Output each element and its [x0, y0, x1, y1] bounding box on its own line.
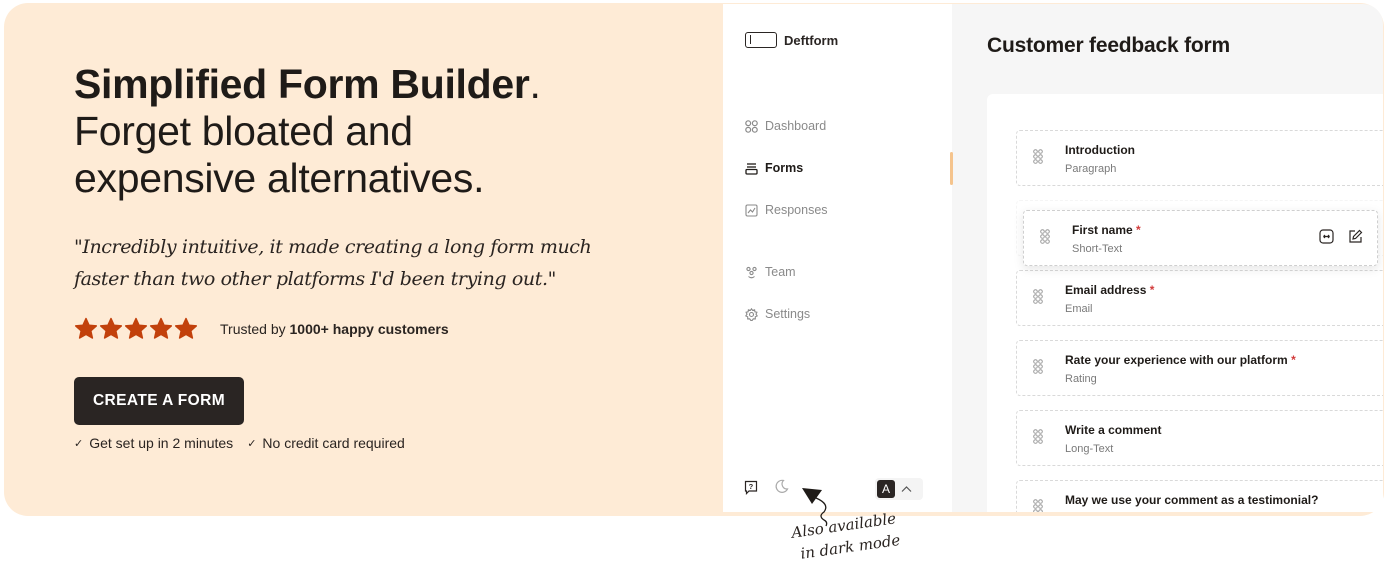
field-type: Long-Text: [1065, 443, 1114, 455]
sidebar-item-settings[interactable]: Settings: [744, 307, 810, 321]
hero-headline: Simplified Form Builder. Forget bloated …: [74, 61, 541, 202]
sidebar-item-dashboard[interactable]: Dashboard: [744, 119, 826, 133]
field-label: Write a comment: [1065, 423, 1161, 437]
field-label-text: Write a comment: [1065, 423, 1162, 437]
field-type: Email: [1065, 303, 1093, 315]
perk-label: No credit card required: [262, 435, 405, 451]
headline-period: .: [529, 61, 541, 107]
quote-line-2: faster than two other platforms I'd been…: [74, 268, 556, 290]
language-selector[interactable]: A: [875, 478, 923, 500]
nav-label: Forms: [765, 161, 804, 175]
testimonial-quote: "Incredibly intuitive, it made creating …: [74, 231, 614, 295]
trusted-count: 1000+ happy customers: [289, 320, 449, 337]
required-mark: *: [1291, 353, 1296, 367]
star-rating: [74, 317, 198, 340]
field-label-text: Introduction: [1065, 143, 1135, 157]
perks-list: ✓ Get set up in 2 minutes ✓ No credit card…: [74, 435, 405, 451]
main-content: Customer feedback form Introduction Para…: [952, 4, 1383, 512]
field-label-text: First name: [1072, 223, 1133, 237]
field-label: Rate your experience with our platform *: [1065, 353, 1296, 367]
headline-line-2: Forget bloated and: [74, 108, 413, 154]
check-icon: ✓: [247, 437, 257, 450]
field-label: Email address *: [1065, 283, 1154, 297]
drag-handle-icon[interactable]: [1033, 359, 1043, 379]
svg-text:?: ?: [749, 482, 754, 491]
star-icon: [174, 317, 198, 339]
dashboard-icon: [744, 119, 758, 133]
form-field[interactable]: May we use your comment as a testimonial…: [1016, 480, 1383, 512]
quote-line-1: "Incredibly intuitive, it made creating …: [74, 236, 592, 258]
sidebar-item-forms[interactable]: Forms: [744, 161, 803, 175]
field-label: May we use your comment as a testimonial…: [1065, 493, 1318, 507]
field-type: Short-Text: [1072, 243, 1123, 255]
edit-icon[interactable]: [1348, 229, 1363, 249]
help-icon[interactable]: ?: [744, 480, 758, 500]
form-field-dragging[interactable]: First name * Short-Text: [1023, 210, 1378, 266]
field-actions: [1319, 229, 1363, 249]
trusted-prefix: Trusted by: [220, 320, 286, 337]
field-label: Introduction: [1065, 143, 1135, 157]
drag-handle-icon[interactable]: [1040, 229, 1050, 249]
sidebar-item-team[interactable]: Team: [744, 265, 796, 279]
rating-row: Trusted by 1000+ happy customers: [74, 317, 449, 340]
resize-width-icon[interactable]: [1319, 229, 1334, 249]
star-icon: [124, 317, 148, 339]
drag-handle-icon[interactable]: [1033, 149, 1043, 169]
nav-label: Responses: [765, 203, 828, 217]
star-icon: [74, 317, 98, 339]
field-label-text: Rate your experience with our platform: [1065, 353, 1288, 367]
language-badge: A: [877, 480, 895, 498]
form-field[interactable]: Write a comment Long-Text: [1016, 410, 1383, 466]
perk-item: ✓ No credit card required: [247, 435, 405, 451]
deftform-logo-icon: [745, 32, 777, 48]
nav-label: Settings: [765, 307, 811, 321]
form-field[interactable]: Rate your experience with our platform *…: [1016, 340, 1383, 396]
field-label-text: Email address: [1065, 283, 1147, 297]
perk-label: Get set up in 2 minutes: [89, 435, 234, 451]
check-icon: ✓: [74, 437, 84, 450]
headline-line-3: expensive alternatives.: [74, 155, 485, 201]
field-type: Rating: [1065, 373, 1097, 385]
star-icon: [99, 317, 123, 339]
form-field[interactable]: Introduction Paragraph: [1016, 130, 1383, 186]
nav-label: Team: [765, 265, 796, 279]
trusted-text: Trusted by 1000+ happy customers: [220, 321, 449, 337]
brand[interactable]: Deftform: [745, 32, 838, 48]
form-field[interactable]: Email address * Email: [1016, 270, 1383, 326]
field-label-text: May we use your comment as a testimonial…: [1065, 493, 1319, 507]
field-type: Paragraph: [1065, 163, 1117, 175]
drag-handle-icon[interactable]: [1033, 289, 1043, 309]
team-icon: [744, 265, 758, 279]
hero-content: Simplified Form Builder. Forget bloated …: [74, 3, 714, 516]
brand-name: Deftform: [784, 32, 839, 48]
app-preview: Deftform Dashboard Forms Responses Team: [723, 4, 1383, 512]
nav-label: Dashboard: [765, 119, 827, 133]
headline-bold: Simplified Form Builder: [74, 61, 530, 107]
page-title: Customer feedback form: [987, 34, 1230, 57]
required-mark: *: [1149, 283, 1155, 297]
drag-handle-icon[interactable]: [1033, 499, 1043, 512]
required-mark: *: [1136, 223, 1141, 237]
field-label: First name *: [1072, 223, 1141, 237]
create-form-button[interactable]: CREATE A FORM: [74, 377, 244, 425]
form-builder-card: Introduction Paragraph First name * Firs…: [987, 94, 1383, 512]
drag-handle-icon[interactable]: [1033, 429, 1043, 449]
gear-icon: [744, 307, 758, 321]
sidebar: Deftform Dashboard Forms Responses Team: [723, 4, 952, 512]
chevron-up-icon: [901, 480, 912, 498]
star-icon: [149, 317, 173, 339]
perk-item: ✓ Get set up in 2 minutes: [74, 435, 233, 451]
forms-icon: [744, 161, 758, 175]
responses-icon: [744, 203, 758, 217]
dark-mode-toggle-icon[interactable]: [775, 479, 789, 499]
sidebar-item-responses[interactable]: Responses: [744, 203, 828, 217]
